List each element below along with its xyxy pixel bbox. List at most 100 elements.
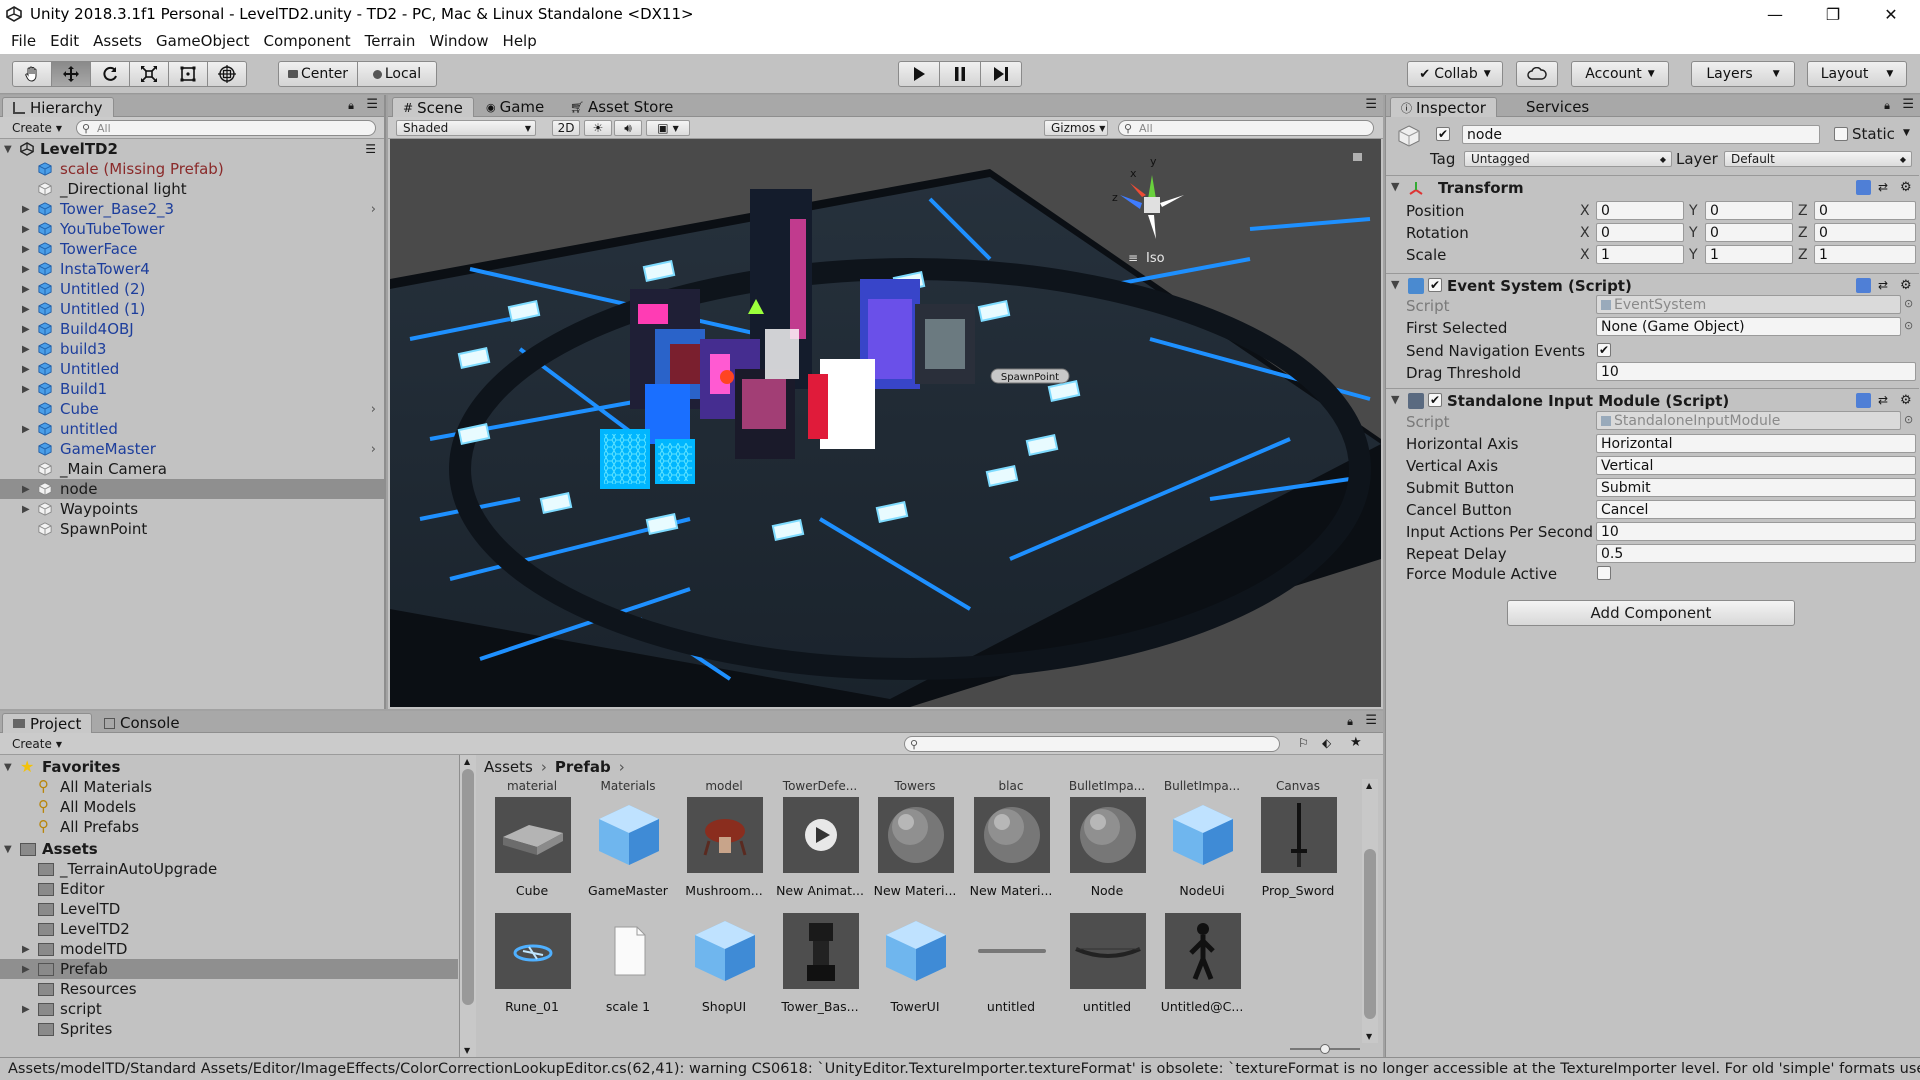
hierarchy-item[interactable]: ▶ Build1 <box>0 379 384 399</box>
menu-window[interactable]: Window <box>422 32 495 50</box>
asset-tile[interactable]: New Animat... <box>774 797 866 901</box>
menu-help[interactable]: Help <box>496 32 544 50</box>
panel-menu-icon[interactable]: ☰ <box>1365 97 1377 112</box>
transform-x-field[interactable]: 1 <box>1596 245 1684 264</box>
object-name-field[interactable]: node <box>1462 125 1820 144</box>
transform-z-field[interactable]: 0 <box>1814 201 1916 220</box>
play-button[interactable] <box>898 61 940 87</box>
step-button[interactable] <box>980 61 1022 87</box>
shading-dropdown[interactable]: Shaded ▼ <box>396 120 536 136</box>
pivot-space-toggle[interactable]: Local <box>357 61 437 87</box>
input-module-row-field[interactable]: Cancel <box>1596 500 1916 519</box>
asset-tile[interactable]: untitled <box>965 913 1057 1017</box>
transform-z-field[interactable]: 1 <box>1814 245 1916 264</box>
menu-terrain[interactable]: Terrain <box>358 32 423 50</box>
menu-edit[interactable]: Edit <box>43 32 86 50</box>
asset-folder-item[interactable]: ▶ modelTD <box>0 939 458 959</box>
tag-dropdown[interactable]: Untagged ◆ <box>1464 151 1672 167</box>
event-system-enabled-checkbox[interactable]: ✔ <box>1428 278 1442 292</box>
lock-icon[interactable]: 🔒︎ <box>1347 715 1353 729</box>
help-icon[interactable] <box>1856 393 1871 408</box>
expand-arrow-icon[interactable]: ▶ <box>22 204 34 215</box>
hierarchy-item[interactable]: ▶ Untitled (1) <box>0 299 384 319</box>
iso-label[interactable]: Iso <box>1146 251 1165 266</box>
asset-folder-item[interactable]: LevelTD <box>0 899 458 919</box>
close-button[interactable]: ✕ <box>1862 0 1920 28</box>
collab-dropdown[interactable]: ✔ Collab ▼ <box>1407 61 1503 87</box>
gear-icon[interactable]: ⚙ <box>1900 180 1915 195</box>
pause-button[interactable] <box>939 61 981 87</box>
tab-inspector[interactable]: ⓘ Inspector <box>1390 97 1497 117</box>
force-module-checkbox[interactable] <box>1597 566 1611 580</box>
hierarchy-item[interactable]: ▶ TowerFace <box>0 239 384 259</box>
slider-thumb[interactable] <box>1320 1044 1330 1054</box>
viewport-lock-icon[interactable] <box>1353 153 1362 161</box>
scroll-thumb[interactable] <box>1364 849 1376 1019</box>
gear-icon[interactable]: ⚙ <box>1900 393 1915 408</box>
input-module-row-field[interactable]: 0.5 <box>1596 544 1916 563</box>
hand-tool-button[interactable] <box>12 61 52 87</box>
rect-tool-button[interactable] <box>168 61 208 87</box>
tab-asset-store[interactable]: 🛒︎ Asset Store <box>560 97 683 117</box>
input-module-row-field[interactable]: Submit <box>1596 478 1916 497</box>
create-dropdown[interactable]: Create ▼ <box>6 736 68 752</box>
hierarchy-item[interactable]: ▶ InstaTower4 <box>0 259 384 279</box>
asset-tile[interactable]: New Materi... <box>869 797 961 901</box>
favorites-row[interactable]: ▼ ★ Favorites <box>0 757 458 777</box>
minimize-button[interactable]: — <box>1746 0 1804 28</box>
asset-tile[interactable]: Rune_01 <box>486 913 578 1017</box>
pivot-center-toggle[interactable]: Center <box>278 61 358 87</box>
event-system-header[interactable]: ▼ ✔ Event System (Script) ⇄ ⚙ <box>1386 273 1919 297</box>
asset-tile[interactable]: Node <box>1061 797 1153 901</box>
first-selected-field[interactable]: None (Game Object) <box>1596 317 1901 336</box>
transform-x-field[interactable]: 0 <box>1596 223 1684 242</box>
asset-folder-item[interactable]: _TerrainAutoUpgrade <box>0 859 458 879</box>
maximize-button[interactable]: ❐ <box>1804 0 1862 28</box>
audio-toggle[interactable]: 🔊︎ <box>614 120 642 136</box>
es-script-field[interactable]: EventSystem <box>1596 295 1901 314</box>
expand-arrow-icon[interactable]: ▼ <box>4 844 12 855</box>
asset-name-cut[interactable]: Canvas <box>1252 779 1344 793</box>
asset-tile[interactable]: scale 1 <box>582 913 674 1017</box>
asset-tile[interactable]: untitled <box>1061 913 1153 1017</box>
panel-menu-icon[interactable]: ☰ <box>1902 97 1914 112</box>
hierarchy-item[interactable]: ▶ untitled <box>0 419 384 439</box>
transform-header[interactable]: ▼ Transform ⇄ ⚙ <box>1386 175 1919 199</box>
favorite-item[interactable]: ⚲ All Prefabs <box>0 817 458 837</box>
static-checkbox[interactable] <box>1834 127 1848 141</box>
expand-arrow-icon[interactable]: ▶ <box>22 264 34 275</box>
drag-threshold-field[interactable]: 10 <box>1596 362 1916 381</box>
expand-arrow-icon[interactable]: ▶ <box>22 384 34 395</box>
transform-y-field[interactable]: 0 <box>1705 201 1793 220</box>
scroll-up-icon[interactable]: ▲ <box>1366 781 1372 790</box>
expand-arrow-icon[interactable]: ▶ <box>22 424 34 435</box>
thumbnail-size-slider[interactable] <box>1290 1044 1360 1054</box>
expand-arrow-icon[interactable]: ▶ <box>22 324 34 335</box>
asset-folder-item[interactable]: ▶ script <box>0 999 458 1019</box>
menu-gameobject[interactable]: GameObject <box>149 32 257 50</box>
expand-arrow-icon[interactable]: ▶ <box>22 244 34 255</box>
open-prefab-chevron-icon[interactable]: › <box>371 442 376 457</box>
hierarchy-item[interactable]: ▶ Tower_Base2_3 › <box>0 199 384 219</box>
asset-name-cut[interactable]: model <box>678 779 770 793</box>
scroll-down-icon[interactable]: ▼ <box>1366 1032 1372 1041</box>
send-nav-checkbox[interactable]: ✔ <box>1597 343 1611 357</box>
asset-folder-item[interactable]: Resources <box>0 979 458 999</box>
move-tool-button[interactable] <box>51 61 91 87</box>
cloud-button[interactable] <box>1516 61 1558 87</box>
fold-arrow-icon[interactable]: ▼ <box>1391 393 1399 406</box>
scene-viewport[interactable]: SpawnPoint y x z Iso ≡ <box>390 139 1381 707</box>
active-checkbox[interactable]: ✔ <box>1436 127 1450 141</box>
hierarchy-item[interactable]: ▶ Build4OBJ <box>0 319 384 339</box>
expand-arrow-icon[interactable]: ▶ <box>22 304 34 315</box>
asset-name-cut[interactable]: Materials <box>582 779 674 793</box>
expand-arrow-icon[interactable]: ▶ <box>22 224 34 235</box>
menu-file[interactable]: File <box>4 32 43 50</box>
transform-tool-button[interactable] <box>207 61 247 87</box>
hierarchy-item[interactable]: scale (Missing Prefab) <box>0 159 384 179</box>
asset-name-cut[interactable]: BulletImpa... <box>1061 779 1153 793</box>
asset-name-cut[interactable]: material <box>486 779 578 793</box>
hierarchy-item[interactable]: Cube › <box>0 399 384 419</box>
asset-name-cut[interactable]: BulletImpa... <box>1156 779 1248 793</box>
input-module-row-field[interactable]: Vertical <box>1596 456 1916 475</box>
